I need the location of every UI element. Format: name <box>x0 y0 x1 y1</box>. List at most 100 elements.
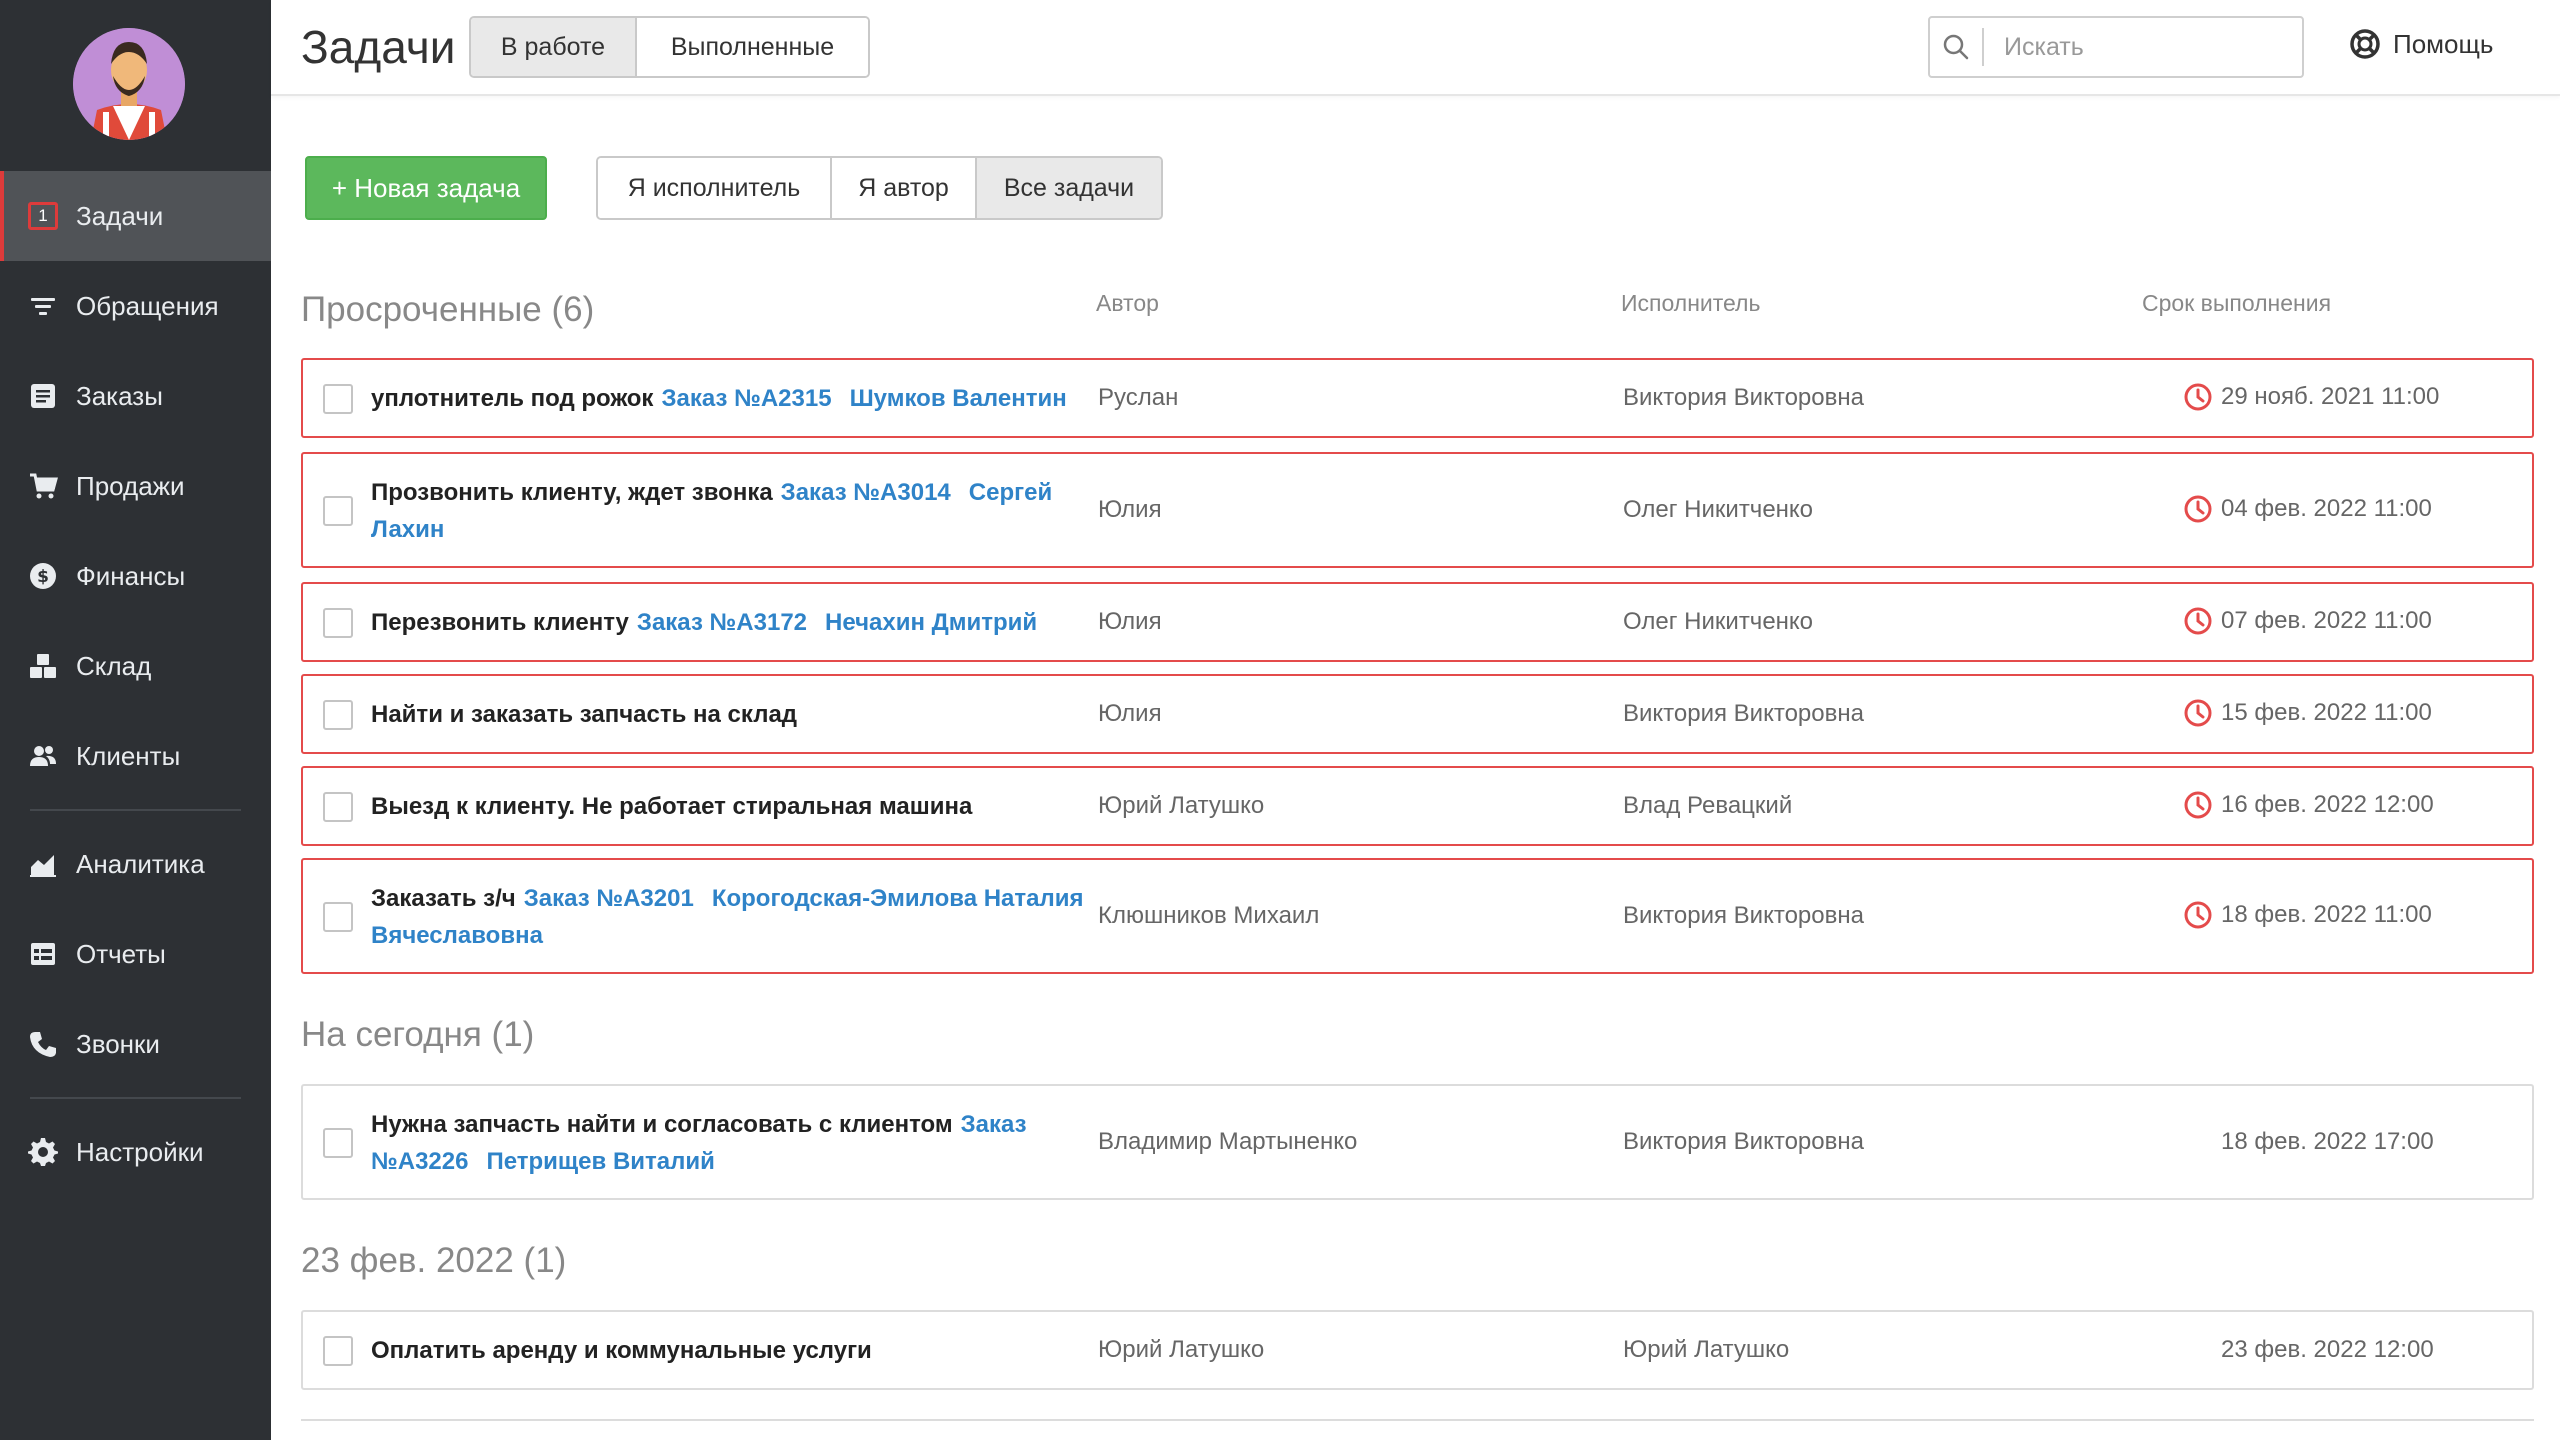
client-link[interactable]: Шумков Валентин <box>850 385 1067 412</box>
order-link[interactable]: Заказ №А2315 <box>661 385 831 412</box>
sidebar-item-label: Обращения <box>76 290 219 321</box>
client-link[interactable]: Нечахин Дмитрий <box>825 609 1037 636</box>
filter-i-am-author[interactable]: Я автор <box>832 158 977 218</box>
task-author: Юлия <box>1098 608 1162 635</box>
search-input[interactable] <box>1984 32 2284 62</box>
boxes-icon <box>26 649 60 683</box>
task-count-badge: 1 <box>28 202 58 230</box>
task-checkbox[interactable] <box>323 792 353 822</box>
task-row[interactable]: уплотнитель под рожок Заказ №А2315 Шумков … <box>301 358 2534 438</box>
overdue-clock-icon <box>2183 698 2213 728</box>
due-date: 23 фев. 2022 12:00 <box>2221 1336 2434 1363</box>
task-text[interactable]: Найти и заказать запчасть на склад <box>371 701 797 728</box>
task-checkbox[interactable] <box>323 1336 353 1366</box>
due-date: 18 фев. 2022 11:00 <box>2221 901 2432 928</box>
task-title: Заказать з/ч Заказ №А3201 Корогодская-Эмил… <box>371 880 1111 954</box>
dollar-coin-icon: $ <box>26 559 60 593</box>
sidebar-item-label: Аналитика <box>76 848 205 879</box>
column-header-due: Срок выполнения <box>2142 290 2332 316</box>
task-checkbox[interactable] <box>323 700 353 730</box>
sidebar-item-finance[interactable]: $ Финансы <box>0 531 271 621</box>
task-text[interactable]: Оплатить аренду и коммунальные услуги <box>371 1337 872 1364</box>
task-text[interactable]: Прозвонить клиенту, ждет звонка <box>371 479 773 506</box>
sidebar-item-label: Склад <box>76 650 152 681</box>
order-list-icon <box>26 379 60 413</box>
task-checkbox[interactable] <box>323 384 353 414</box>
help-label: Помощь <box>2393 28 2494 59</box>
task-title: Оплатить аренду и коммунальные услуги <box>371 1332 1091 1369</box>
task-assignee: Виктория Викторовна <box>1623 1128 1864 1155</box>
new-task-button[interactable]: + Новая задача <box>305 156 547 220</box>
overdue-clock-icon <box>2183 790 2213 820</box>
task-row[interactable]: Оплатить аренду и коммунальные услуги Юр… <box>301 1310 2534 1390</box>
task-author: Владимир Мартыненко <box>1098 1128 1358 1155</box>
sidebar-item-clients[interactable]: Клиенты <box>0 711 271 801</box>
overdue-clock-icon <box>2183 900 2213 930</box>
user-avatar[interactable] <box>73 28 185 140</box>
search-icon[interactable] <box>1930 28 1984 66</box>
client-link[interactable]: Петрищев Виталий <box>486 1148 714 1175</box>
task-row[interactable]: Заказать з/ч Заказ №А3201 Корогодская-Эмил… <box>301 858 2534 974</box>
help-button[interactable]: Помощь <box>2349 28 2493 60</box>
order-link[interactable]: Заказ №А3014 <box>781 479 951 506</box>
overdue-clock-icon <box>2183 606 2213 636</box>
sidebar-item-orders[interactable]: Заказы <box>0 351 271 441</box>
task-due: 29 нояб. 2021 11:00 <box>2183 382 2439 412</box>
sidebar-item-requests[interactable]: Обращения <box>0 261 271 351</box>
sidebar-item-tasks[interactable]: 1 Задачи <box>0 171 271 261</box>
sidebar-item-sales[interactable]: Продажи <box>0 441 271 531</box>
order-link[interactable]: Заказ №А3172 <box>637 609 807 636</box>
task-text[interactable]: Выезд к клиенту. Не работает стиральная … <box>371 793 972 820</box>
due-date: 04 фев. 2022 11:00 <box>2221 495 2432 522</box>
svg-text:$: $ <box>37 567 49 587</box>
task-row[interactable]: Выезд к клиенту. Не работает стиральная … <box>301 766 2534 846</box>
task-text[interactable]: Нужна запчасть найти и согласовать с кли… <box>371 1111 953 1138</box>
sidebar-item-warehouse[interactable]: Склад <box>0 621 271 711</box>
task-assignee: Влад Ревацкий <box>1623 792 1793 819</box>
list-bottom-divider <box>301 1419 2534 1421</box>
filter-all-tasks[interactable]: Все задачи <box>977 158 1161 218</box>
status-tab-group: В работе Выполненные <box>469 16 870 78</box>
task-checkbox[interactable] <box>323 1128 353 1158</box>
sidebar-item-label: Настройки <box>76 1136 204 1167</box>
column-header-assignee: Исполнитель <box>1621 290 1761 316</box>
gear-icon <box>26 1135 60 1169</box>
task-title: Найти и заказать запчасть на склад <box>371 696 1091 733</box>
task-assignee: Виктория Викторовна <box>1623 700 1864 727</box>
task-text[interactable]: Заказать з/ч <box>371 885 516 912</box>
task-checkbox[interactable] <box>323 608 353 638</box>
sidebar-item-reports[interactable]: Отчеты <box>0 909 271 999</box>
sidebar-item-calls[interactable]: Звонки <box>0 999 271 1089</box>
task-text[interactable]: уплотнитель под рожок <box>371 385 653 412</box>
task-author: Юрий Латушко <box>1098 1336 1265 1363</box>
filter-i-am-assignee[interactable]: Я исполнитель <box>598 158 832 218</box>
due-date: 16 фев. 2022 12:00 <box>2221 791 2434 818</box>
column-header-author: Автор <box>1096 290 1159 316</box>
area-chart-icon <box>26 847 60 881</box>
sidebar-item-settings[interactable]: Настройки <box>0 1107 271 1197</box>
task-due: 23 фев. 2022 12:00 <box>2183 1336 2434 1364</box>
sidebar-item-analytics[interactable]: Аналитика <box>0 819 271 909</box>
order-link[interactable]: Заказ №А3201 <box>524 885 694 912</box>
task-row[interactable]: Найти и заказать запчасть на склад Юлия … <box>301 674 2534 754</box>
section-title-today: На сегодня (1) <box>301 1015 535 1054</box>
task-assignee: Олег Никитченко <box>1623 496 1814 523</box>
table-icon <box>26 937 60 971</box>
task-title: Перезвонить клиенту Заказ №А3172 Нечахин Д… <box>371 604 1091 641</box>
section-title-overdue: Просроченные (6) <box>301 290 595 329</box>
cart-icon <box>26 469 60 503</box>
task-title: Нужна запчасть найти и согласовать с кли… <box>371 1106 1091 1180</box>
task-row[interactable]: Нужна запчасть найти и согласовать с кли… <box>301 1084 2534 1200</box>
task-text[interactable]: Перезвонить клиенту <box>371 609 629 636</box>
task-row[interactable]: Перезвонить клиенту Заказ №А3172 Нечахин Д… <box>301 582 2534 662</box>
tab-in-progress[interactable]: В работе <box>471 18 637 76</box>
task-checkbox[interactable] <box>323 496 353 526</box>
tab-completed[interactable]: Выполненные <box>637 18 868 76</box>
task-row[interactable]: Прозвонить клиенту, ждет звонка Заказ №А3… <box>301 452 2534 568</box>
due-date: 29 нояб. 2021 11:00 <box>2221 383 2440 410</box>
sidebar-nav: 1 Задачи Обращения Заказы Продажи $ Фина… <box>0 171 271 1197</box>
sidebar-item-label: Звонки <box>76 1028 160 1059</box>
task-assignee: Виктория Викторовна <box>1623 902 1864 929</box>
overdue-clock-icon <box>2183 382 2213 412</box>
task-checkbox[interactable] <box>323 902 353 932</box>
